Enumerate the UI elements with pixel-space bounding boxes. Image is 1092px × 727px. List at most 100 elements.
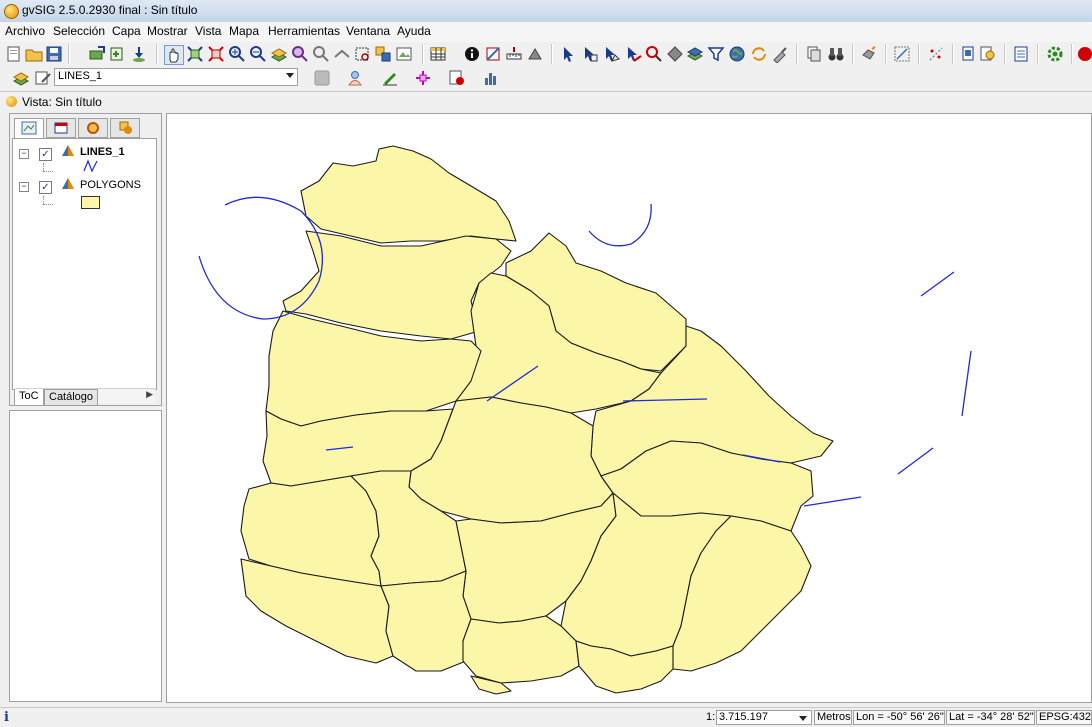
tab-tables[interactable]	[46, 118, 76, 138]
menu-archivo[interactable]: Archivo	[5, 24, 45, 38]
toolbar-separator	[156, 44, 158, 64]
longitude-readout: Lon = -50° 56' 26"	[853, 710, 945, 725]
measure-distance-icon[interactable]	[505, 45, 523, 63]
select-circle-icon[interactable]	[645, 45, 663, 63]
stop-icon[interactable]	[1076, 45, 1092, 63]
scroll-right-icon[interactable]: ▶	[146, 389, 153, 400]
tab-toc-view[interactable]	[14, 118, 44, 138]
select-layer-icon[interactable]	[686, 45, 704, 63]
select-line-icon[interactable]	[624, 45, 642, 63]
zoom-in-icon[interactable]	[228, 45, 246, 63]
user-icon[interactable]	[346, 69, 364, 87]
main-toolbar	[0, 42, 1092, 66]
toolbar-separator	[1037, 44, 1039, 64]
zoom-box-icon[interactable]	[353, 45, 371, 63]
toolbar-separator	[1071, 44, 1073, 64]
info-tool-icon[interactable]	[463, 45, 481, 63]
layer-properties-icon[interactable]	[448, 69, 466, 87]
collapse-lines-icon[interactable]: −	[19, 149, 29, 159]
zoom-full-icon[interactable]	[186, 45, 204, 63]
tab-catalogo[interactable]: Catálogo	[44, 389, 99, 406]
zoom-layer-icon[interactable]	[270, 45, 288, 63]
collapse-polygons-icon[interactable]: −	[19, 182, 29, 192]
graticule-icon[interactable]	[893, 45, 911, 63]
menu-vista[interactable]: Vista	[195, 24, 221, 38]
map-canvas[interactable]	[166, 113, 1092, 703]
scale-combobox[interactable]: 3.715.197	[716, 710, 812, 725]
invert-selection-icon[interactable]	[750, 45, 768, 63]
snapping-icon[interactable]	[927, 45, 945, 63]
layers-icon[interactable]	[12, 69, 30, 87]
locate-icon[interactable]	[130, 45, 148, 63]
insert-point-icon[interactable]	[414, 69, 432, 87]
layer-lines-checkbox[interactable]: ✓	[39, 148, 52, 161]
open-project-icon[interactable]	[25, 45, 43, 63]
layer-name-lines[interactable]: LINES_1	[80, 146, 125, 158]
clear-selection-icon[interactable]	[771, 45, 789, 63]
line-feature-1	[920, 271, 955, 297]
tab-layouts[interactable]	[110, 118, 140, 138]
select-by-point-icon[interactable]	[666, 45, 684, 63]
menu-ventana[interactable]: Ventana	[346, 24, 390, 38]
department-canelones	[462, 615, 580, 684]
select-polygon-icon[interactable]	[602, 45, 620, 63]
info-icon[interactable]: i	[4, 710, 9, 725]
layer-polygons-checkbox[interactable]: ✓	[39, 181, 52, 194]
new-project-icon[interactable]	[5, 45, 23, 63]
view-title: Vista: Sin título	[22, 95, 102, 109]
active-layer-select[interactable]: LINES_1	[54, 68, 298, 86]
report-icon[interactable]	[1012, 45, 1030, 63]
menu-seleccion[interactable]: Selección	[53, 24, 105, 38]
toolbar-separator	[68, 44, 70, 64]
layer-name-polygons[interactable]: POLYGONS	[80, 179, 141, 191]
edit-layer-icon[interactable]	[34, 69, 52, 87]
table-icon[interactable]	[429, 45, 447, 63]
tab-toc[interactable]: ToC	[14, 389, 44, 406]
menu-mapa[interactable]: Mapa	[229, 24, 259, 38]
copy-icon[interactable]	[805, 45, 823, 63]
measure-area-icon[interactable]	[333, 45, 351, 63]
menu-ayuda[interactable]: Ayuda	[397, 24, 431, 38]
statistics-icon[interactable]	[482, 69, 500, 87]
map-svg[interactable]	[167, 114, 1092, 703]
edit-toolbar-tools	[305, 66, 505, 90]
new-layer-icon[interactable]	[108, 45, 126, 63]
select-pointer-icon[interactable]	[559, 45, 577, 63]
zoom-selection-icon[interactable]	[207, 45, 225, 63]
tab-symbols[interactable]	[78, 118, 108, 138]
vector-layer-icon	[62, 178, 74, 189]
globe-icon[interactable]	[728, 45, 746, 63]
frame-manager-icon[interactable]	[395, 45, 413, 63]
hyperlink-icon[interactable]	[484, 45, 502, 63]
zoom-out-icon[interactable]	[249, 45, 267, 63]
save-project-icon[interactable]	[45, 45, 63, 63]
filter-icon[interactable]	[707, 45, 725, 63]
chevron-down-icon	[799, 716, 807, 721]
zoom-previous-icon[interactable]	[291, 45, 309, 63]
measure-tool-icon[interactable]	[526, 45, 544, 63]
locator-map-icon[interactable]	[374, 45, 392, 63]
select-rectangle-icon[interactable]	[581, 45, 599, 63]
document-properties-icon[interactable]	[960, 45, 978, 63]
chevron-down-icon	[286, 73, 294, 78]
edition-disabled-icon[interactable]	[313, 69, 331, 87]
line-feature-2	[961, 350, 972, 417]
draw-line-icon[interactable]	[381, 69, 399, 87]
vector-layer-icon	[62, 145, 74, 156]
gps-icon[interactable]	[860, 45, 878, 63]
overview-panel	[9, 410, 162, 702]
zoom-real-icon[interactable]	[312, 45, 330, 63]
find-document-icon[interactable]	[979, 45, 997, 63]
latitude-readout: Lat = -34° 28' 52"	[946, 710, 1035, 725]
menu-mostrar[interactable]: Mostrar	[147, 24, 188, 38]
menu-capa[interactable]: Capa	[112, 24, 141, 38]
window-title: gvSIG 2.5.0.2930 final : Sin título	[22, 3, 198, 17]
menu-bar: Archivo Selección Capa Mostrar Vista Map…	[0, 22, 1092, 43]
polygon-symbol-icon	[81, 196, 100, 209]
line-feature-7	[897, 447, 934, 475]
gear-icon[interactable]	[1046, 45, 1064, 63]
add-layer-icon[interactable]	[88, 45, 106, 63]
pan-hand-icon[interactable]	[164, 45, 184, 65]
menu-herramientas[interactable]: Herramientas	[268, 24, 340, 38]
binoculars-icon[interactable]	[827, 45, 845, 63]
